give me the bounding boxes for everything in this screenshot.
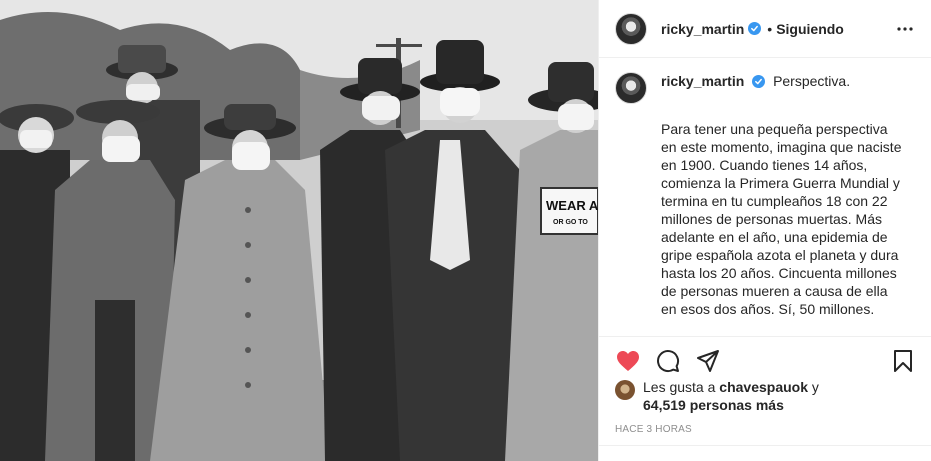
likes-count[interactable]: 64,519 personas más	[643, 397, 784, 413]
liker-avatar[interactable]	[615, 380, 635, 400]
divider	[599, 445, 931, 446]
author-username[interactable]: ricky_martin	[661, 21, 744, 37]
heart-filled-icon[interactable]	[615, 348, 641, 374]
caption-username[interactable]: ricky_martin	[661, 73, 744, 89]
sign-text-1: WEAR A M	[546, 198, 598, 213]
likes-summary: Les gusta a chavespauok y 64,519 persona…	[615, 378, 819, 414]
caption-lead: Perspectiva.	[773, 73, 851, 89]
caption-author-avatar[interactable]	[615, 72, 647, 104]
post-photo[interactable]: WEAR A M OR GO TO	[0, 0, 598, 461]
vintage-photo-illustration: WEAR A M OR GO TO	[0, 0, 598, 461]
caption-section: ricky_martin Perspectiva. Para tener una…	[599, 58, 931, 334]
author-avatar[interactable]	[615, 12, 647, 45]
post-header: ricky_martin • Siguiendo	[599, 0, 931, 58]
liker-username[interactable]: chavespauok	[719, 379, 808, 395]
more-options-icon[interactable]	[893, 17, 917, 41]
caption-header: ricky_martin Perspectiva.	[661, 72, 850, 90]
bookmark-icon[interactable]	[890, 348, 916, 374]
comment-icon[interactable]	[655, 348, 681, 374]
following-button[interactable]: Siguiendo	[776, 21, 844, 37]
verified-badge-icon	[748, 22, 762, 35]
caption-verified-badge-icon	[752, 75, 766, 88]
likes-text: Les gusta a chavespauok y 64,519 persona…	[643, 378, 819, 414]
caption-body: Para tener una pequeña perspectiva en es…	[661, 121, 902, 317]
sign-text-2: OR GO TO	[553, 219, 588, 226]
action-bar	[599, 336, 931, 384]
post-details-panel: ricky_martin • Siguiendo ricky_martin Pe…	[598, 0, 931, 461]
post-timestamp[interactable]: HACE 3 HORAS	[615, 424, 692, 435]
separator-dot: •	[767, 20, 773, 37]
likes-connector: y	[811, 379, 819, 395]
likes-prefix: Les gusta a	[643, 379, 716, 395]
paper-plane-icon[interactable]	[695, 348, 721, 374]
